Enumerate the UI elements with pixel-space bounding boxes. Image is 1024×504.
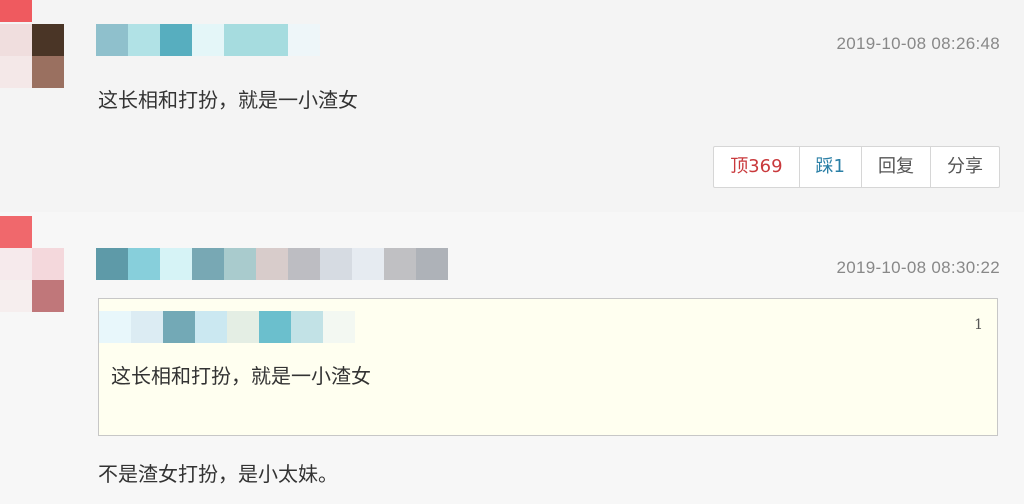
comment-text: 不是渣女打扮，是小太妹。 [98, 462, 338, 486]
avatar[interactable] [0, 212, 64, 312]
avatar[interactable] [0, 0, 64, 90]
username-pixelated[interactable] [96, 24, 320, 56]
quoted-username-pixelated [99, 311, 355, 343]
quoted-text: 这长相和打扮，就是一小渣女 [111, 364, 371, 388]
timestamp: 2019-10-08 08:30:22 [836, 258, 1000, 277]
comment-actions: 顶369 踩1 回复 分享 [713, 146, 1000, 188]
username-pixelated[interactable] [96, 248, 448, 280]
comment-item: 2019-10-08 08:30:22 1 这长相和打扮，就是一小渣女 不是渣女… [0, 212, 1024, 504]
downvote-button[interactable]: 踩1 [800, 147, 862, 187]
quote-floor-number: 1 [974, 317, 983, 333]
upvote-button[interactable]: 顶369 [714, 147, 800, 187]
reply-button[interactable]: 回复 [862, 147, 931, 187]
comment-item: 2019-10-08 08:26:48 这长相和打扮，就是一小渣女 顶369 踩… [0, 0, 1024, 205]
comment-text: 这长相和打扮，就是一小渣女 [98, 88, 358, 112]
quoted-comment: 1 这长相和打扮，就是一小渣女 [98, 298, 998, 436]
share-button[interactable]: 分享 [931, 147, 999, 187]
timestamp: 2019-10-08 08:26:48 [836, 34, 1000, 53]
